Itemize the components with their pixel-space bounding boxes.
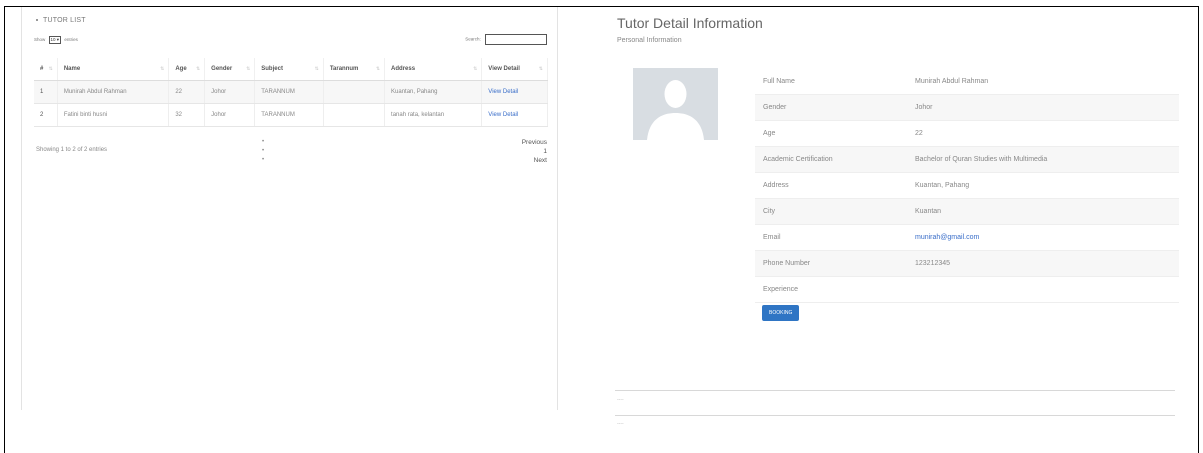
info-row-academic: Academic Certification Bachelor of Quran … (755, 146, 1179, 173)
view-detail-link[interactable]: View Detail (488, 89, 518, 95)
pagination: Previous 1 Next (522, 138, 547, 165)
pagination-page-1[interactable]: 1 (522, 147, 547, 156)
page-title: Tutor Detail Information (617, 15, 763, 31)
pagination-next[interactable]: Next (522, 156, 547, 165)
divider (615, 390, 1175, 391)
tutor-info-table: Full Name Munirah Abdul Rahman Gender Joho… (755, 69, 1179, 303)
info-row-email: Email munirah@gmail.com (755, 224, 1179, 251)
table-header-row: # ⇅ Name ⇅ Age ⇅ Gender ⇅ Subject ⇅ Tarannum ⇅… (34, 58, 548, 81)
info-row-experience: Experience (755, 276, 1179, 303)
footer-mark: ---- (617, 421, 624, 427)
search-control: Search: (465, 34, 547, 45)
col-subject[interactable]: Subject ⇅ (254, 58, 324, 81)
info-row-city: City Kuantan (755, 198, 1179, 225)
col-tarannum[interactable]: Tarannum ⇅ (323, 58, 386, 81)
info-row-age: Age 22 (755, 120, 1179, 147)
col-view-detail[interactable]: View Detail ⇅ (481, 58, 548, 81)
col-age[interactable]: Age ⇅ (168, 58, 206, 81)
divider (615, 415, 1175, 416)
showing-entries-text: Showing 1 to 2 of 2 entries (36, 147, 108, 153)
info-row-gender: Gender Johor (755, 94, 1179, 121)
table-row: 2 Fatini binti husni 32 Johor TARANNUM t… (34, 103, 548, 127)
bullet-icon (36, 19, 38, 22)
col-gender[interactable]: Gender ⇅ (204, 58, 256, 81)
info-row-phone: Phone Number 123212345 (755, 250, 1179, 277)
tutor-table: # ⇅ Name ⇅ Age ⇅ Gender ⇅ Subject ⇅ Tarannum ⇅… (34, 58, 548, 127)
show-entries-control: Show 10 ▾ entries (34, 36, 78, 44)
footer-mark: ---- (617, 397, 624, 403)
col-address[interactable]: Address ⇅ (384, 58, 483, 81)
tutor-list-frame: TUTOR LIST Show 10 ▾ entries Search: # ⇅ … (4, 6, 594, 453)
entries-select[interactable]: 10 ▾ (48, 36, 62, 44)
col-num[interactable]: # ⇅ (34, 58, 58, 81)
email-link[interactable]: munirah@gmail.com (915, 234, 979, 241)
avatar-placeholder-icon (633, 68, 718, 140)
booking-button[interactable]: BOOKING (762, 305, 800, 321)
tutor-detail-frame: Tutor Detail Information Personal Inform… (593, 6, 1199, 453)
section-subtitle: Personal Information (617, 37, 682, 44)
view-detail-link[interactable]: View Detail (488, 112, 518, 118)
search-input[interactable] (485, 34, 547, 45)
col-name[interactable]: Name ⇅ (57, 58, 170, 81)
tutor-list-title: TUTOR LIST (36, 17, 86, 24)
info-row-full-name: Full Name Munirah Abdul Rahman (755, 69, 1179, 95)
tutor-list-panel: TUTOR LIST Show 10 ▾ entries Search: # ⇅ … (21, 7, 558, 410)
info-row-address: Address Kuantan, Pahang (755, 172, 1179, 199)
pager-bullets: • • • (262, 139, 265, 163)
pagination-previous[interactable]: Previous (522, 138, 547, 147)
table-row: 1 Munirah Abdul Rahman 22 Johor TARANNUM… (34, 80, 548, 104)
